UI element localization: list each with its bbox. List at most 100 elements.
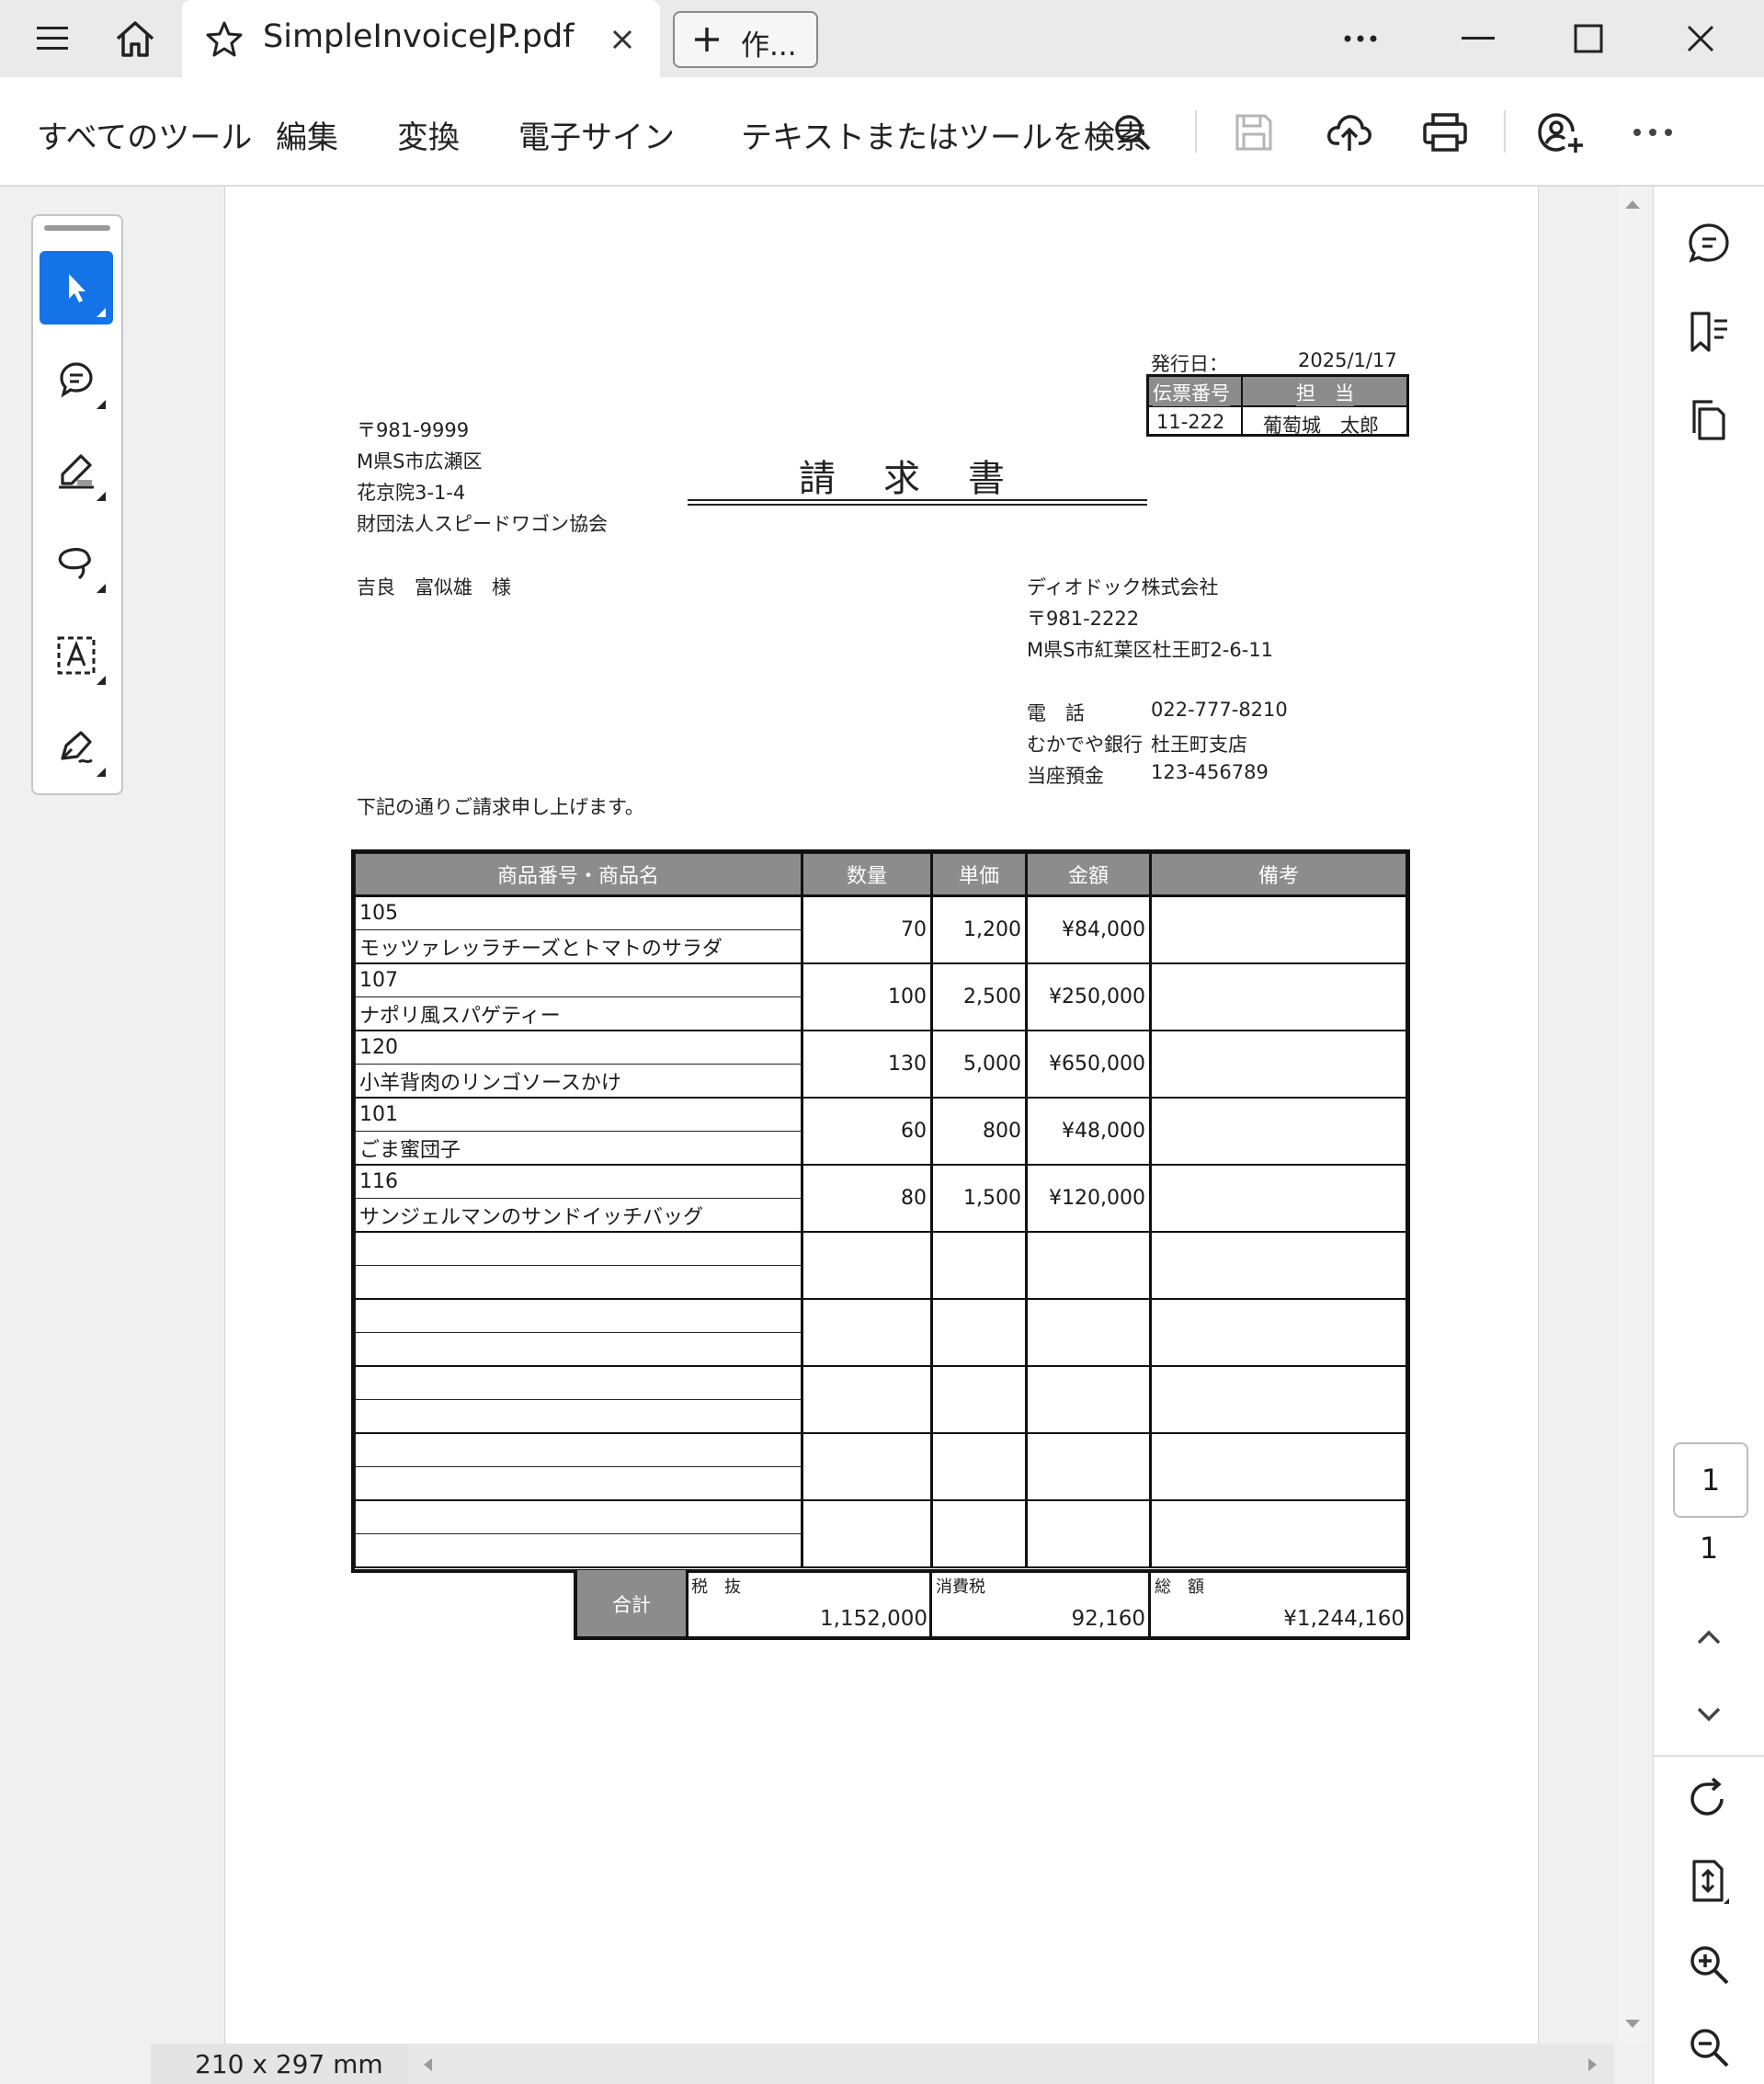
pages-panel-icon[interactable]	[1681, 393, 1736, 448]
staff-header: 担 当	[1296, 379, 1354, 406]
item-price: 1,200	[931, 895, 1028, 964]
item-qty	[802, 1432, 933, 1501]
tel-label: 電 話	[1027, 702, 1085, 724]
search-tools-input[interactable]: テキストまたはツールを検索	[741, 112, 1146, 157]
page-size-label: 210 x 297 mm	[195, 2049, 383, 2079]
item-code	[355, 1432, 803, 1467]
text-box-icon	[57, 636, 96, 675]
item-amount	[1026, 1432, 1152, 1501]
document-tab[interactable]: SimpleInvoiceJP.pdf	[182, 0, 660, 77]
share-user-icon[interactable]	[1530, 105, 1592, 160]
more-options-icon[interactable]	[1627, 114, 1679, 151]
scroll-right-arrow-icon	[1588, 2058, 1597, 2071]
slip-no: 11-222	[1156, 411, 1225, 433]
item-name	[355, 1533, 803, 1568]
item-qty	[802, 1231, 933, 1300]
item-name	[355, 1399, 803, 1434]
col-header-amount: 金額	[1026, 853, 1152, 897]
star-icon[interactable]	[204, 18, 245, 59]
pen-sign-icon	[61, 731, 93, 764]
recipient-address2: 花京院3-1-4	[357, 482, 466, 504]
item-qty: 60	[802, 1097, 933, 1166]
new-tab-label: 作...	[741, 29, 797, 63]
item-qty: 130	[802, 1030, 933, 1099]
item-qty	[802, 1298, 933, 1367]
invoice-title: 請 求 書	[799, 458, 1010, 500]
close-icon[interactable]	[607, 24, 638, 55]
menu-all-tools[interactable]: すべてのツール	[37, 112, 252, 157]
item-qty: 100	[802, 962, 933, 1031]
table-header-row: 商品番号・商品名 数量 単価 金額 備考	[355, 853, 1408, 897]
next-page-icon[interactable]	[1681, 1687, 1736, 1742]
bookmarks-panel-icon[interactable]	[1681, 304, 1736, 359]
table-row: 116 80 1,500 ¥120,000	[355, 1164, 1408, 1233]
hamburger-menu-icon[interactable]	[26, 17, 79, 61]
minimize-icon[interactable]	[1452, 18, 1504, 59]
item-name	[355, 1265, 803, 1300]
sender-zip: 〒981-2222	[1027, 608, 1140, 630]
search-icon[interactable]	[1107, 107, 1158, 158]
account-number: 123-456789	[1151, 761, 1269, 783]
account-label: 当座預金	[1027, 765, 1104, 787]
select-tool-button[interactable]	[40, 251, 113, 325]
menu-convert[interactable]: 変換	[397, 112, 460, 157]
comments-panel-icon[interactable]	[1681, 216, 1736, 271]
zoom-in-icon[interactable]	[1681, 1937, 1736, 1992]
menu-esign[interactable]: 電子サイン	[518, 112, 675, 157]
item-notes	[1150, 962, 1408, 1031]
item-price	[931, 1499, 1028, 1568]
item-notes	[1150, 1097, 1408, 1166]
more-horizontal-icon[interactable]	[1335, 18, 1386, 59]
table-row	[355, 1432, 1408, 1501]
item-notes	[1150, 1231, 1408, 1300]
home-icon[interactable]	[108, 13, 162, 64]
item-name	[355, 1466, 803, 1501]
item-code	[355, 1499, 803, 1534]
vertical-scrollbar[interactable]	[1618, 187, 1647, 2044]
item-amount	[1026, 1499, 1152, 1568]
draw-tool-button[interactable]	[40, 527, 113, 600]
sender-address: M県S市紅葉区杜王町2-6-11	[1027, 639, 1274, 661]
menu-edit[interactable]: 編集	[276, 112, 338, 157]
item-qty: 80	[802, 1164, 933, 1233]
scroll-down-arrow-icon	[1625, 2020, 1640, 2028]
item-amount: ¥48,000	[1026, 1097, 1152, 1166]
page-size-status: 210 x 297 mm	[151, 2044, 408, 2084]
print-icon[interactable]	[1416, 105, 1474, 160]
zoom-out-icon[interactable]	[1681, 2020, 1736, 2075]
item-code	[355, 1231, 803, 1266]
item-price	[931, 1365, 1028, 1434]
issue-date: 2025/1/17	[1298, 349, 1397, 371]
item-name: 小羊背肉のリンゴソースかけ	[355, 1064, 803, 1099]
window-close-icon[interactable]	[1675, 18, 1726, 59]
drag-handle[interactable]	[44, 225, 110, 231]
new-tab-button[interactable]: 作...	[673, 11, 818, 68]
item-notes	[1150, 1030, 1408, 1099]
sign-tool-button[interactable]	[40, 711, 113, 784]
col-header-item: 商品番号・商品名	[355, 853, 803, 897]
recipient-address1: M県S市広瀬区	[357, 450, 483, 473]
lasso-draw-icon	[58, 548, 91, 580]
comment-tool-button[interactable]	[40, 343, 113, 416]
slip-no-header: 伝票番号	[1153, 379, 1230, 406]
page-number-input[interactable]: 1	[1673, 1442, 1748, 1518]
table-row: 120 130 5,000 ¥650,000	[355, 1030, 1408, 1099]
save-icon[interactable]	[1226, 105, 1281, 160]
previous-page-icon[interactable]	[1681, 1610, 1736, 1665]
table-row	[355, 1231, 1408, 1300]
rotate-icon[interactable]	[1681, 1771, 1736, 1827]
scroll-mode-icon[interactable]	[1681, 1854, 1736, 1909]
scroll-left-arrow-icon	[424, 2058, 432, 2071]
item-amount: ¥250,000	[1026, 962, 1152, 1031]
item-price: 2,500	[931, 962, 1028, 1031]
item-code: 116	[355, 1164, 803, 1199]
maximize-icon[interactable]	[1563, 18, 1614, 59]
cloud-upload-icon[interactable]	[1320, 105, 1379, 160]
comment-icon	[60, 362, 93, 398]
tel-number: 022-777-8210	[1151, 699, 1288, 721]
highlight-tool-button[interactable]	[40, 435, 113, 508]
text-select-tool-button[interactable]	[40, 619, 113, 692]
subtotal-label: 税 抜	[691, 1577, 741, 1597]
table-row: 101 60 800 ¥48,000	[355, 1097, 1408, 1166]
scroll-up-arrow-icon	[1625, 200, 1640, 209]
